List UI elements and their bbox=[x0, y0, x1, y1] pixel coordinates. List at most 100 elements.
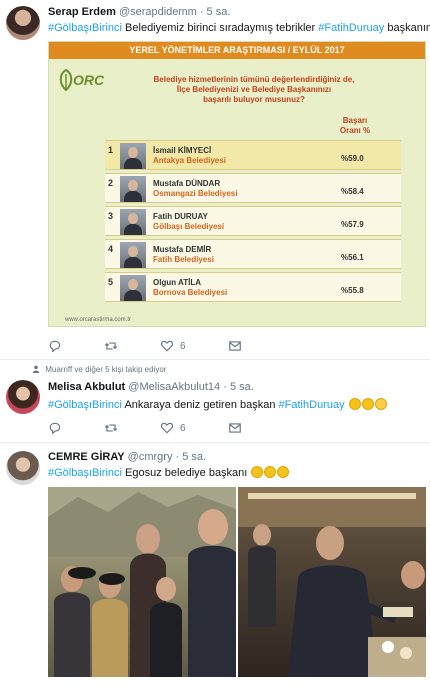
retweet-button[interactable] bbox=[104, 421, 118, 435]
hashtag-link[interactable]: #GölbaşıBirinci bbox=[48, 399, 122, 411]
separator-dot: · bbox=[175, 451, 180, 463]
mayor-photo bbox=[120, 275, 146, 301]
timestamp[interactable]: 5 sa. bbox=[230, 381, 254, 393]
message-icon bbox=[228, 423, 241, 433]
municipality-name: Bornova Belediyesi bbox=[153, 288, 228, 297]
author-handle[interactable]: @serapdidemm bbox=[119, 6, 197, 18]
retweet-icon bbox=[104, 342, 118, 350]
hashtag-link[interactable]: #GölbaşıBirinci bbox=[48, 467, 122, 479]
success-rate: %59.0 bbox=[341, 154, 364, 163]
tweet-text-body: Egosuz belediye başkanı bbox=[125, 467, 248, 479]
rank-row: 4 Mustafa DEMİR Fatih Belediyesi %56.1 bbox=[105, 239, 401, 269]
tweet-text-end: başkanımm bbox=[387, 22, 430, 34]
survey-image[interactable]: YEREL YÖNETİMLER ARAŞTIRMASI / EYLÜL 201… bbox=[48, 41, 426, 327]
header-line: Başarı bbox=[342, 116, 368, 125]
tweet-serap-erdem[interactable]: Serap Erdem @serapdidemm · 5 sa. #Gölbaş… bbox=[0, 0, 430, 354]
mayor-name: Mustafa DÜNDAR bbox=[153, 179, 221, 188]
hashtag-link[interactable]: #FatihDuruay bbox=[279, 399, 345, 411]
tweet-actions: 6 bbox=[48, 421, 284, 435]
rank-number: 4 bbox=[108, 244, 114, 254]
success-rate: %58.4 bbox=[341, 187, 364, 196]
like-icon bbox=[160, 340, 174, 352]
follow-context[interactable]: Muarriff ve diğer 5 kişi takip ediyor bbox=[32, 365, 166, 374]
question-line: İlçe Belediyenizi ve Belediye Başkanınız… bbox=[176, 85, 332, 94]
municipality-name: Fatih Belediyesi bbox=[153, 255, 214, 264]
retweet-icon bbox=[104, 424, 118, 432]
survey-question: Belediye hizmetlerinin tümünü değerlendi… bbox=[109, 75, 399, 105]
tweet-actions: 6 bbox=[48, 339, 284, 353]
success-rate-header: Başarı Oranı % bbox=[335, 116, 375, 136]
like-count: 6 bbox=[180, 422, 186, 434]
reply-icon bbox=[49, 422, 61, 435]
divider bbox=[0, 442, 430, 443]
question-line: başarılı buluyor musunuz? bbox=[203, 95, 305, 104]
success-rate: %55.8 bbox=[341, 286, 364, 295]
like-count: 6 bbox=[180, 340, 186, 352]
rank-row: 2 Mustafa DÜNDAR Osmangazi Belediyesi %5… bbox=[105, 173, 401, 203]
tweet-photo-mayor-with-children[interactable] bbox=[48, 487, 236, 677]
reply-icon bbox=[49, 340, 61, 353]
clap-emoji-icon bbox=[251, 466, 264, 478]
message-icon bbox=[228, 341, 241, 351]
mayor-name: Mustafa DEMİR bbox=[153, 245, 212, 254]
author-name[interactable]: Serap Erdem bbox=[48, 6, 116, 18]
follow-context-text: Muarriff ve diğer 5 kişi takip ediyor bbox=[45, 365, 167, 374]
author-handle[interactable]: @cmrgry bbox=[128, 451, 173, 463]
avatar[interactable] bbox=[6, 6, 40, 40]
question-line: Belediye hizmetlerinin tümünü değerlendi… bbox=[153, 75, 355, 84]
separator-dot: · bbox=[223, 381, 227, 393]
divider bbox=[0, 359, 430, 360]
tweet-photo-mayor-greeting[interactable] bbox=[238, 487, 426, 677]
reply-button[interactable] bbox=[48, 421, 62, 435]
person-icon bbox=[32, 365, 40, 373]
clap-emoji-icon bbox=[264, 466, 277, 478]
avatar[interactable] bbox=[6, 451, 40, 485]
clap-emoji-icon bbox=[277, 466, 290, 478]
tweet-text: #GölbaşıBirinci Egosuz belediye başkanı bbox=[48, 466, 290, 479]
hashtag-link[interactable]: #FatihDuruay bbox=[318, 22, 384, 34]
clap-emoji-icon bbox=[361, 398, 374, 410]
tweet-melisa-akbulut[interactable]: Melisa Akbulut @MelisaAkbulut14 · 5 sa. … bbox=[0, 376, 430, 438]
photo-illustration bbox=[48, 487, 236, 677]
like-icon bbox=[160, 422, 174, 434]
rank-number: 1 bbox=[108, 145, 114, 155]
mayor-name: İsmail KİMYECİ bbox=[153, 146, 212, 155]
author-handle[interactable]: @MelisaAkbulut14 bbox=[128, 381, 220, 393]
header-line: Oranı % bbox=[339, 126, 371, 135]
tweet-header: CEMRE GİRAY @cmrgry · 5 sa. bbox=[48, 451, 206, 463]
success-rate: %56.1 bbox=[341, 253, 364, 262]
tweet-text: #GölbaşıBirinci Ankaraya deniz getiren b… bbox=[48, 398, 387, 411]
rank-number: 5 bbox=[108, 277, 114, 287]
mayor-name: Fatih DURUAY bbox=[153, 212, 208, 221]
mayor-photo bbox=[120, 242, 146, 268]
retweet-button[interactable] bbox=[104, 339, 118, 353]
like-button[interactable]: 6 bbox=[160, 339, 186, 353]
timestamp[interactable]: 5 sa. bbox=[182, 451, 206, 463]
tweet-text-body: Belediyemiz birinci sıradaymış tebrikler bbox=[125, 22, 316, 34]
message-button[interactable] bbox=[228, 421, 242, 435]
tweet-header: Serap Erdem @serapdidemm · 5 sa. bbox=[48, 6, 230, 18]
hashtag-link[interactable]: #GölbaşıBirinci bbox=[48, 22, 122, 34]
author-name[interactable]: Melisa Akbulut bbox=[48, 381, 125, 393]
tweet-text: #GölbaşıBirinci Belediyemiz birinci sıra… bbox=[48, 22, 430, 34]
rank-row: 5 Olgun ATİLA Bornova Belediyesi %55.8 bbox=[105, 272, 401, 302]
municipality-name: Gölbaşı Belediyesi bbox=[153, 222, 225, 231]
mayor-photo bbox=[120, 176, 146, 202]
separator-dot: · bbox=[199, 6, 204, 18]
timestamp[interactable]: 5 sa. bbox=[207, 6, 231, 18]
rank-row: 1 İsmail KİMYECİ Antakya Belediyesi %59.… bbox=[105, 140, 401, 170]
author-name[interactable]: CEMRE GİRAY bbox=[48, 451, 125, 463]
survey-banner: YEREL YÖNETİMLER ARAŞTIRMASI / EYLÜL 201… bbox=[49, 42, 425, 59]
message-button[interactable] bbox=[228, 339, 242, 353]
orc-logo: ORC bbox=[57, 66, 107, 92]
avatar[interactable] bbox=[6, 380, 40, 414]
rank-number: 2 bbox=[108, 178, 114, 188]
logo-text: ORC bbox=[73, 72, 105, 88]
survey-footer-url: www.orcarastirma.com.tr bbox=[65, 317, 132, 323]
like-button[interactable]: 6 bbox=[160, 421, 186, 435]
clap-emoji-icon bbox=[348, 398, 361, 410]
reply-button[interactable] bbox=[48, 339, 62, 353]
rank-row: 3 Fatih DURUAY Gölbaşı Belediyesi %57.9 bbox=[105, 206, 401, 236]
mayor-photo bbox=[120, 209, 146, 235]
municipality-name: Antakya Belediyesi bbox=[153, 156, 226, 165]
